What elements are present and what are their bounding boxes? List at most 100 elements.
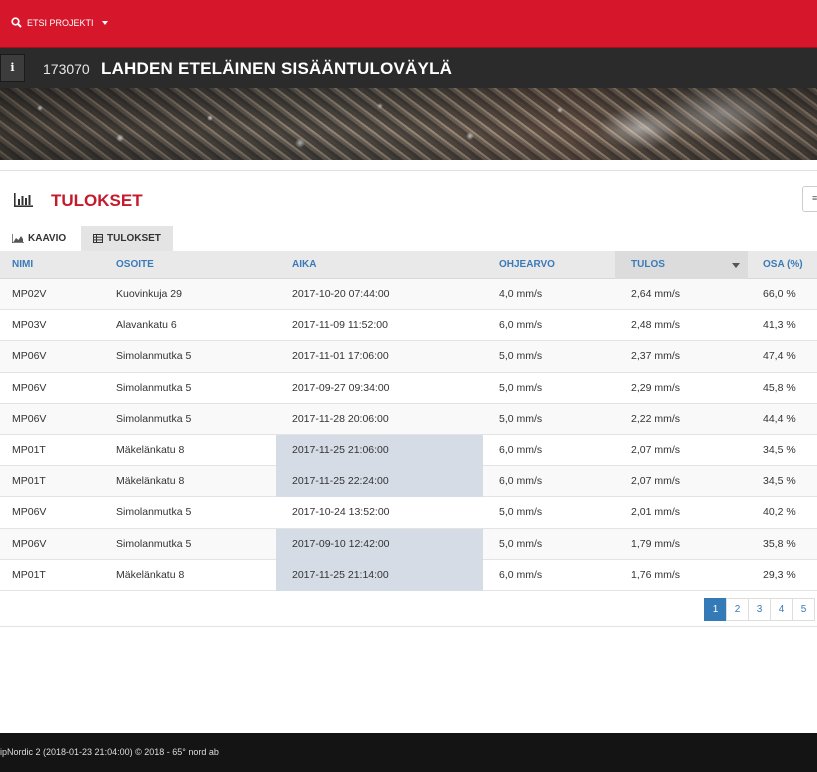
cell-aika: 2017-10-20 07:44:00 xyxy=(292,288,390,300)
cell-nimi: MP06V xyxy=(12,350,47,363)
cell-osoite: Mäkelänkatu 8 xyxy=(116,443,185,456)
tab-kaavio[interactable]: KAAVIO xyxy=(0,226,81,251)
table-footer: 1 2 3 4 5 xyxy=(0,592,817,627)
cell-ohjearvo: 5,0 mm/s xyxy=(499,350,543,363)
table-row[interactable]: MP06V Simolanmutka 5 2017-11-28 20:06:00… xyxy=(0,403,817,435)
header-banner-image xyxy=(0,88,817,160)
footer-text: ipNordic 2 (2018-01-23 21:04:00) © 2018 … xyxy=(0,747,219,757)
cell-nimi: MP06V xyxy=(12,381,47,394)
page-button-2[interactable]: 2 xyxy=(726,598,749,621)
cell-ohjearvo: 5,0 mm/s xyxy=(499,506,543,519)
column-header-ohjearvo[interactable]: OHJEARVO xyxy=(499,251,555,279)
cell-nimi: MP06V xyxy=(12,506,47,519)
section-title: TULOKSET xyxy=(51,191,143,210)
top-navbar: ETSI PROJEKTI xyxy=(0,0,817,48)
cell-osa: 44,4 % xyxy=(763,412,796,425)
cell-nimi: MP02V xyxy=(12,288,47,300)
cell-osoite: Simolanmutka 5 xyxy=(116,506,192,519)
banner-overlay xyxy=(0,88,817,160)
cell-aika: 2017-11-25 22:24:00 xyxy=(276,466,483,498)
cell-osoite: Simolanmutka 5 xyxy=(116,350,192,363)
cell-aika: 2017-11-25 21:06:00 xyxy=(276,434,483,466)
search-project-button[interactable]: ETSI PROJEKTI xyxy=(11,17,108,28)
cell-tulos: 2,64 mm/s xyxy=(631,288,681,300)
table-header: NIMI OSOITE AIKA OHJEARVO TULOS OSA (%) xyxy=(0,251,817,279)
cell-osoite: Mäkelänkatu 8 xyxy=(116,475,185,488)
table-row[interactable]: MP01T Mäkelänkatu 8 2017-11-25 21:06:00 … xyxy=(0,434,817,467)
cell-ohjearvo: 6,0 mm/s xyxy=(499,568,543,581)
list-menu-button[interactable]: ≡ xyxy=(802,186,817,212)
cell-tulos: 1,76 mm/s xyxy=(631,568,681,581)
table-row[interactable]: MP06V Simolanmutka 5 2017-11-01 17:06:00… xyxy=(0,341,817,373)
cell-ohjearvo: 5,0 mm/s xyxy=(499,537,543,550)
cell-osa: 45,8 % xyxy=(763,381,796,394)
cell-osa: 40,2 % xyxy=(763,506,796,519)
cell-nimi: MP01T xyxy=(12,443,46,456)
cell-aika: 2017-11-28 20:06:00 xyxy=(292,412,389,425)
cell-aika: 2017-10-24 13:52:00 xyxy=(292,506,390,519)
column-header-nimi[interactable]: NIMI xyxy=(12,251,33,279)
page-footer: ipNordic 2 (2018-01-23 21:04:00) © 2018 … xyxy=(0,733,817,772)
cell-ohjearvo: 6,0 mm/s xyxy=(499,475,543,488)
cell-ohjearvo: 6,0 mm/s xyxy=(499,443,543,456)
cell-tulos: 2,29 mm/s xyxy=(631,381,681,394)
cell-osoite: Kuovinkuja 29 xyxy=(116,288,182,300)
cell-nimi: MP01T xyxy=(12,475,46,488)
bar-chart-icon xyxy=(14,193,33,207)
tab-tulokset[interactable]: TULOKSET xyxy=(81,226,173,251)
cell-aika: 2017-11-01 17:06:00 xyxy=(292,350,389,363)
table-row[interactable]: MP02V Kuovinkuja 29 2017-10-20 07:44:00 … xyxy=(0,279,817,311)
sort-desc-icon xyxy=(732,263,740,268)
cell-aika: 2017-09-27 09:34:00 xyxy=(292,381,390,394)
column-header-osa[interactable]: OSA (%) xyxy=(763,251,803,279)
search-project-label: ETSI PROJEKTI xyxy=(27,17,94,28)
pagination: 1 2 3 4 5 xyxy=(704,598,815,621)
cell-osa: 47,4 % xyxy=(763,350,796,363)
cell-tulos: 2,22 mm/s xyxy=(631,412,681,425)
cell-osa: 34,5 % xyxy=(763,475,796,488)
info-button[interactable]: i xyxy=(0,54,25,82)
project-number: 173070 xyxy=(43,61,90,77)
info-icon: i xyxy=(10,61,15,74)
area-chart-icon xyxy=(12,234,24,243)
cell-nimi: MP01T xyxy=(12,568,46,581)
cell-ohjearvo: 4,0 mm/s xyxy=(499,288,543,300)
cell-aika: 2017-11-25 21:14:00 xyxy=(276,559,483,591)
column-header-osoite[interactable]: OSOITE xyxy=(116,251,154,279)
table-row[interactable]: MP06V Simolanmutka 5 2017-09-10 12:42:00… xyxy=(0,528,817,560)
page-button-4[interactable]: 4 xyxy=(770,598,793,621)
cell-nimi: MP06V xyxy=(12,412,47,425)
cell-osa: 66,0 % xyxy=(763,288,796,300)
column-header-tulos[interactable]: TULOS xyxy=(615,251,748,279)
cell-osa: 41,3 % xyxy=(763,319,796,332)
cell-ohjearvo: 5,0 mm/s xyxy=(499,412,543,425)
cell-tulos: 2,37 mm/s xyxy=(631,350,681,363)
table-row[interactable]: MP01T Mäkelänkatu 8 2017-11-25 22:24:00 … xyxy=(0,466,817,498)
cell-nimi: MP03V xyxy=(12,319,47,332)
cell-osoite: Mäkelänkatu 8 xyxy=(116,568,185,581)
page-button-5[interactable]: 5 xyxy=(792,598,815,621)
table-row[interactable]: MP06V Simolanmutka 5 2017-09-27 09:34:00… xyxy=(0,373,817,404)
cell-ohjearvo: 5,0 mm/s xyxy=(499,381,543,394)
tab-kaavio-label: KAAVIO xyxy=(28,233,67,244)
cell-aika: 2017-09-10 12:42:00 xyxy=(276,528,483,560)
cell-osoite: Alavankatu 6 xyxy=(116,319,177,332)
chevron-down-icon xyxy=(101,20,108,25)
cell-nimi: MP06V xyxy=(12,537,47,550)
table-body: MP02V Kuovinkuja 29 2017-10-20 07:44:00 … xyxy=(0,279,817,591)
project-bar: i 173070 LAHDEN ETELÄINEN SISÄÄNTULOVÄYL… xyxy=(0,48,817,88)
table-row[interactable]: MP01T Mäkelänkatu 8 2017-11-25 21:14:00 … xyxy=(0,559,817,591)
cell-aika: 2017-11-09 11:52:00 xyxy=(292,319,388,332)
column-header-aika[interactable]: AIKA xyxy=(292,251,316,279)
search-icon xyxy=(11,17,22,28)
page-button-1[interactable]: 1 xyxy=(704,598,727,621)
cell-osa: 29,3 % xyxy=(763,568,796,581)
cell-osoite: Simolanmutka 5 xyxy=(116,412,192,425)
cell-osa: 34,5 % xyxy=(763,443,796,456)
cell-tulos: 2,07 mm/s xyxy=(631,475,681,488)
table-row[interactable]: MP03V Alavankatu 6 2017-11-09 11:52:00 6… xyxy=(0,310,817,342)
page-button-3[interactable]: 3 xyxy=(748,598,771,621)
cell-osoite: Simolanmutka 5 xyxy=(116,537,192,550)
table-row[interactable]: MP06V Simolanmutka 5 2017-10-24 13:52:00… xyxy=(0,497,817,529)
list-icon: ≡ xyxy=(812,193,817,203)
